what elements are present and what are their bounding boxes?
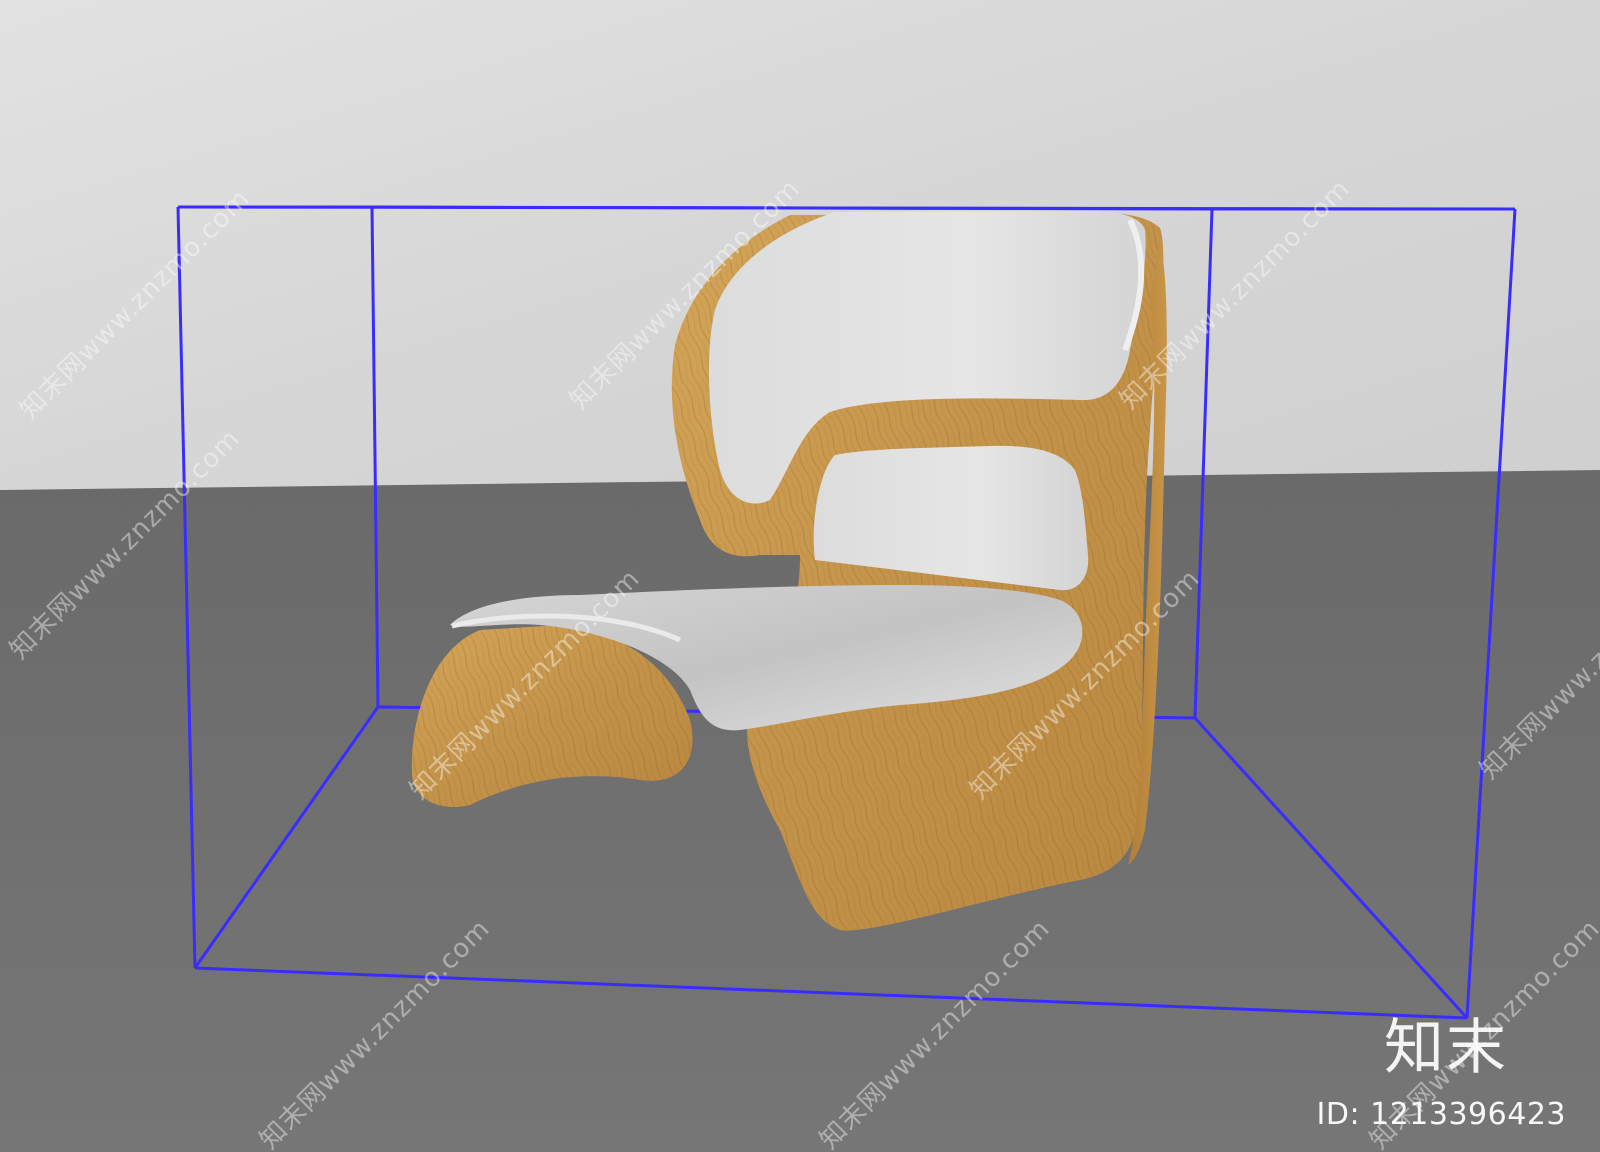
brand-logo: 知末	[1384, 1013, 1508, 1083]
chair-render	[0, 0, 1600, 1152]
model-id: ID: 1213396423	[1316, 1097, 1566, 1132]
render-scene: 知末网www.znzmo.com 知末网www.znzmo.com 知末网www…	[0, 0, 1600, 1152]
